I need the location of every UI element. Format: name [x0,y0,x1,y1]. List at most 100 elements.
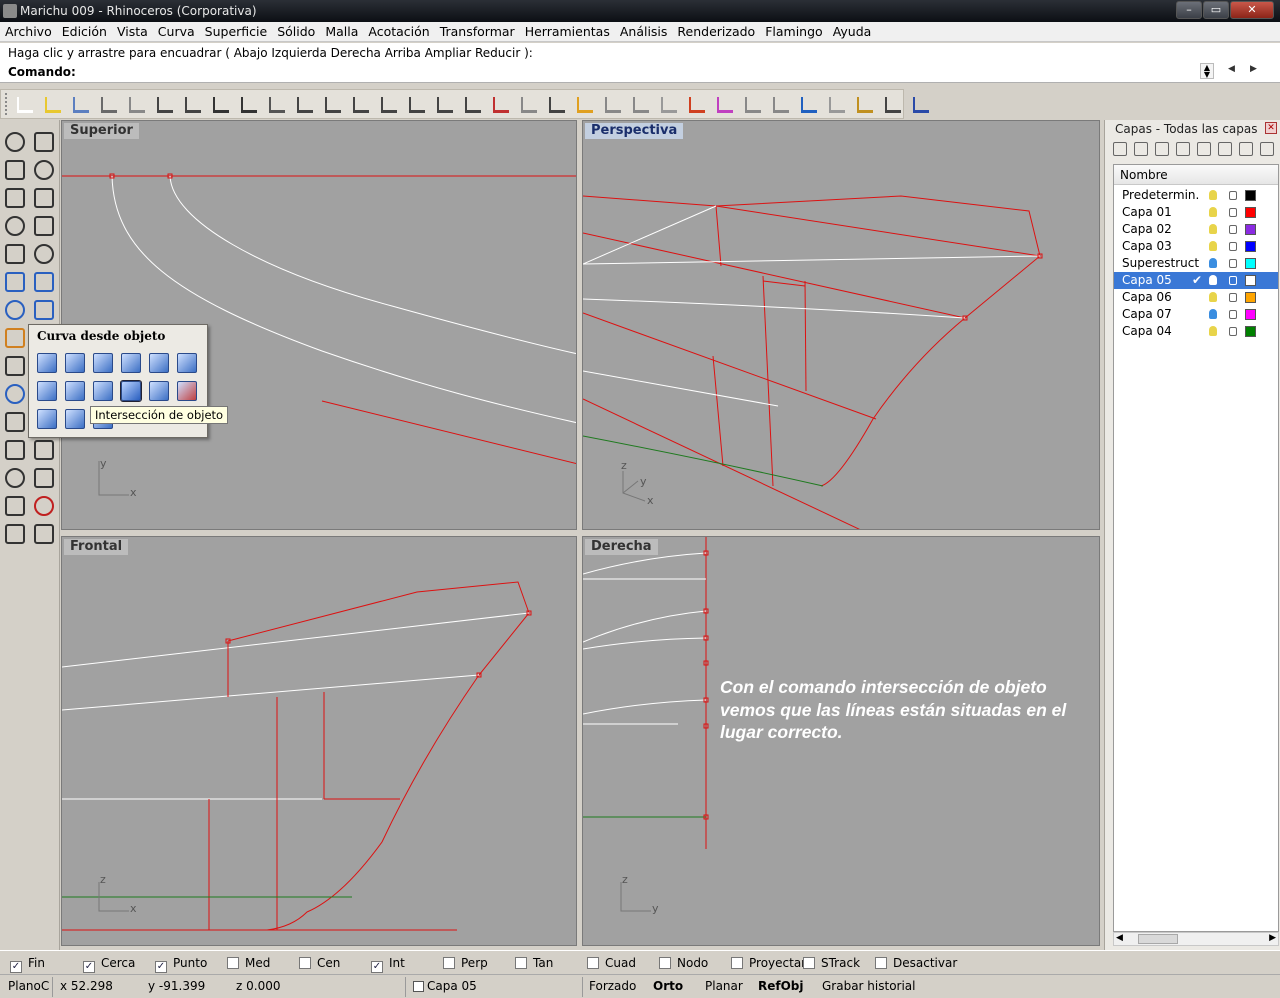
lightbulb-icon[interactable] [1209,207,1217,217]
layer-name[interactable]: Capa 05 [1122,272,1200,289]
point-snap-icon[interactable] [549,97,565,113]
layer-name[interactable]: Capa 04 [1122,323,1200,340]
layer-color-swatch[interactable] [1245,292,1256,303]
paint-icon[interactable] [689,97,705,113]
create-uv-icon[interactable] [149,381,169,401]
project-icon[interactable] [65,381,85,401]
lock-icon[interactable] [1229,276,1237,285]
trim-icon[interactable] [5,440,25,460]
extrude-icon[interactable] [5,272,25,292]
layers-scrollbar[interactable]: ◀ ▶ [1113,932,1279,946]
boolean-icon[interactable] [34,496,54,516]
layer-row[interactable]: Capa 04 [1114,323,1278,340]
column-header-name[interactable]: Nombre [1114,165,1278,185]
lightbulb-icon[interactable] [1209,326,1217,336]
close-icon[interactable]: ✕ [1265,122,1277,134]
refobj-toggle[interactable]: RefObj [758,979,804,993]
layer-name[interactable]: Predetermin... [1122,187,1200,204]
explode-icon[interactable] [577,97,593,113]
layer-color-swatch[interactable] [1245,326,1256,337]
split-icon[interactable] [5,468,25,488]
osnap-fin[interactable]: ✓ Fin [10,956,45,973]
scroll-thumb[interactable] [1138,934,1178,944]
extract-isocurve-icon[interactable] [93,353,113,373]
osnap-int[interactable]: ✓ Int [371,956,405,973]
rotate-icon[interactable] [409,97,425,113]
layer-color-swatch[interactable] [1245,241,1256,252]
osnap-perp[interactable]: Perp [443,956,488,970]
lightbulb-icon[interactable] [1209,309,1217,319]
osnap-nodo[interactable]: Nodo [659,956,708,970]
move-down-icon[interactable] [1197,142,1211,156]
contour-icon[interactable] [149,353,169,373]
box-icon[interactable] [5,300,25,320]
section-icon[interactable] [177,353,197,373]
text-icon[interactable] [5,384,25,404]
check-icon[interactable] [34,524,54,544]
undo-icon[interactable] [241,97,257,113]
orto-toggle[interactable]: Orto [653,979,683,993]
current-layer[interactable]: Capa 05 [413,979,477,993]
viewport-perspectiva[interactable]: Perspectiva z y x [582,120,1100,530]
osnap-desactivar[interactable]: Desactivar [875,956,957,970]
checkbox[interactable] [587,957,599,969]
move-icon[interactable] [5,356,25,376]
point-icon[interactable] [34,132,54,152]
duplicate-edge-icon[interactable] [37,353,57,373]
layer-name[interactable]: Capa 02 [1122,221,1200,238]
color-wheel-icon[interactable] [717,97,733,113]
blend-icon[interactable] [37,409,57,429]
checkbox[interactable] [875,957,887,969]
arc-icon[interactable] [5,216,25,236]
viewport-frontal[interactable]: Frontal z x [61,536,577,946]
zoom-out-icon[interactable] [381,97,397,113]
arrow-tool-icon[interactable] [885,97,901,113]
filter-icon[interactable] [1239,142,1253,156]
cylinder-view-icon[interactable] [661,97,677,113]
car-icon[interactable] [493,97,509,113]
lock-icon[interactable] [1229,293,1237,302]
outline-icon[interactable] [177,381,197,401]
viewport-label-superior[interactable]: Superior [64,123,139,139]
checkbox[interactable]: ✓ [83,961,95,973]
new-icon[interactable] [17,97,33,113]
toolbar-grip[interactable] [5,93,9,115]
lock-icon[interactable] [1229,242,1237,251]
layer-row[interactable]: Capa 07 [1114,306,1278,323]
sphere-icon[interactable] [34,272,54,292]
lightbulb-icon[interactable] [1209,275,1217,285]
menu-herramientas[interactable]: Herramientas [520,22,615,42]
layer-name[interactable]: Superestruct... [1122,255,1200,272]
viewport-label-perspectiva[interactable]: Perspectiva [585,123,684,139]
checkbox[interactable]: ✓ [155,961,167,973]
polyline-icon[interactable] [5,160,25,180]
osnap-cuad[interactable]: Cuad [587,956,636,970]
lightbulb-icon[interactable] [1209,190,1217,200]
menu-curva[interactable]: Curva [153,22,200,42]
silhouette-icon[interactable] [37,381,57,401]
render-icon[interactable] [773,97,789,113]
command-input[interactable] [70,63,1190,79]
mesh-outline-icon[interactable] [65,409,85,429]
polygon-icon[interactable] [5,244,25,264]
close-icon[interactable]: ✕ [1230,1,1274,19]
shade-icon[interactable] [745,97,761,113]
arrow-right-icon[interactable]: ▶ [1250,64,1257,74]
menu-acotacion[interactable]: Acotación [363,22,434,42]
grid-icon[interactable] [465,97,481,113]
layer-row[interactable]: Capa 02 [1114,221,1278,238]
layer-row[interactable]: Predetermin... [1114,187,1278,204]
cut-icon[interactable] [157,97,173,113]
menu-flamingo[interactable]: Flamingo [760,22,827,42]
menu-edicion[interactable]: Edición [57,22,112,42]
cplane-label[interactable]: PlanoC [8,979,49,993]
menu-transformar[interactable]: Transformar [435,22,520,42]
scroll-right-icon[interactable]: ▶ [1269,933,1276,943]
maximize-icon[interactable]: ▭ [1203,1,1229,19]
new-sublayer-icon[interactable] [1134,142,1148,156]
layer-color-swatch[interactable] [1245,275,1256,286]
osnap-tan[interactable]: Tan [515,956,553,970]
mirror-icon[interactable] [5,412,25,432]
intersect-icon[interactable] [120,380,142,402]
lock-icon[interactable] [1229,310,1237,319]
